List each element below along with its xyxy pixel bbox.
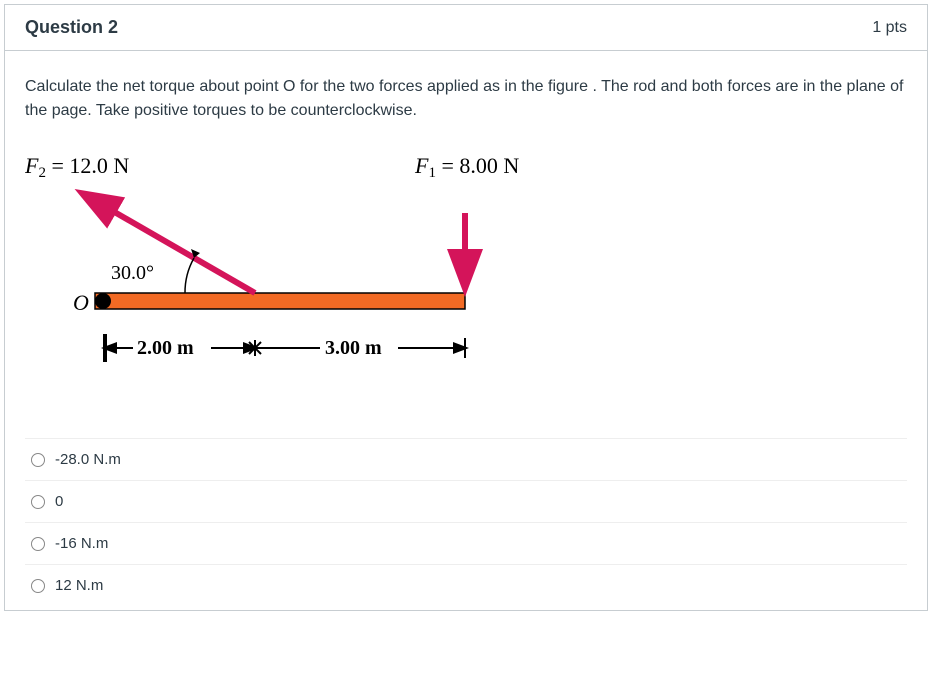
answer-option[interactable]: 12 N.m — [25, 565, 907, 600]
answer-option[interactable]: -16 N.m — [25, 523, 907, 565]
origin-label: O — [73, 290, 89, 315]
answer-label: -28.0 N.m — [55, 451, 121, 468]
force-f1-label: F1 = 8.00 N — [414, 153, 519, 181]
force-f2-label: F2 = 12.0 N — [25, 153, 129, 181]
radio-icon — [31, 453, 45, 467]
question-body: Calculate the net torque about point O f… — [5, 51, 927, 610]
radio-icon — [31, 495, 45, 509]
dim-1-label-text: 2.00 m — [137, 337, 194, 359]
answer-list: -28.0 N.m 0 -16 N.m 12 N.m — [25, 438, 907, 600]
answer-label: 0 — [55, 493, 63, 510]
angle-label: 30.0° — [111, 262, 154, 284]
question-prompt: Calculate the net torque about point O f… — [25, 75, 907, 123]
answer-option[interactable]: 0 — [25, 481, 907, 523]
answer-label: 12 N.m — [55, 577, 103, 594]
pivot-dot — [95, 293, 111, 309]
radio-icon — [31, 579, 45, 593]
answer-label: -16 N.m — [55, 535, 108, 552]
angle-arc — [185, 258, 194, 293]
diagram-svg: O F2 = 12.0 N — [25, 143, 645, 403]
radio-icon — [31, 537, 45, 551]
question-title: Question 2 — [25, 17, 118, 38]
answer-option[interactable]: -28.0 N.m — [25, 439, 907, 481]
dim-2-label-text: 3.00 m — [325, 337, 382, 359]
question-card: Question 2 1 pts Calculate the net torqu… — [4, 4, 928, 611]
figure: O F2 = 12.0 N — [25, 143, 907, 408]
question-points: 1 pts — [872, 19, 907, 37]
question-header: Question 2 1 pts — [5, 5, 927, 51]
rod — [95, 293, 465, 309]
